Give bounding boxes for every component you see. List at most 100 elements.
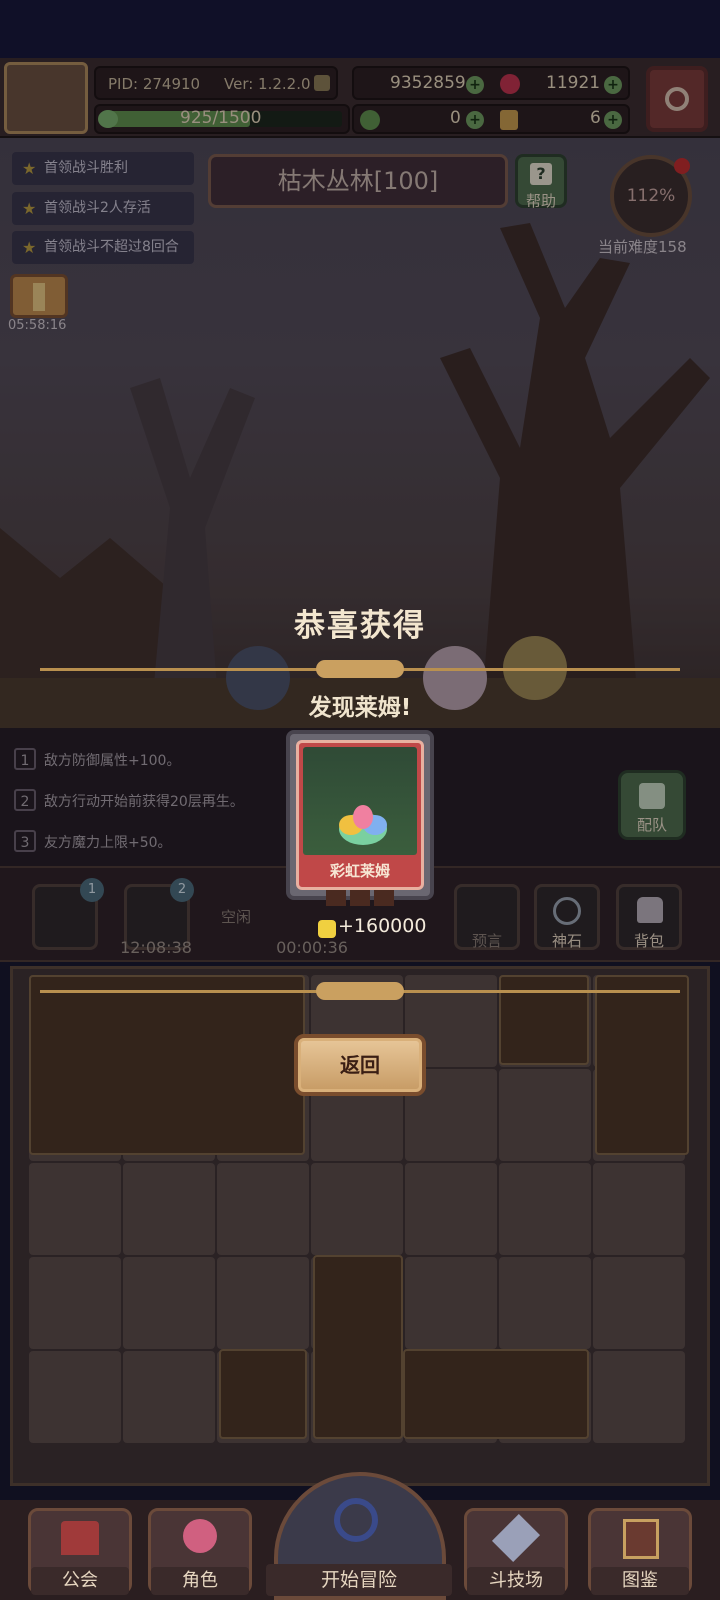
help-button[interactable]: ? 帮助: [515, 154, 567, 210]
stage-title: 枯木丛林[100]: [208, 154, 508, 208]
question-icon: ?: [530, 163, 552, 185]
effect-item-1: 1 敌方防御属性+100。: [14, 748, 180, 770]
board-cell[interactable]: [593, 1351, 685, 1443]
difficulty-percent: 112%: [626, 186, 676, 206]
rank-pip-icon: [374, 890, 394, 906]
currency-bar-2: 0 + 6 +: [352, 104, 630, 134]
shrub-tile: [219, 1349, 307, 1439]
rank-pip-icon: [326, 890, 346, 906]
backpack-icon: [637, 897, 663, 923]
team-button[interactable]: 配队: [618, 770, 686, 840]
quest-item-1: ★ 首领战斗胜利: [12, 152, 194, 185]
mushroom-tile: [403, 1349, 589, 1439]
backpack-button[interactable]: 背包: [616, 884, 682, 950]
add-gold-icon[interactable]: +: [466, 76, 484, 94]
nav-codex-label: 图鉴: [591, 1567, 689, 1595]
gear-icon: [665, 87, 689, 111]
board-cell[interactable]: [29, 1257, 121, 1349]
add-clover-icon[interactable]: +: [466, 111, 484, 129]
card-name: 彩虹莱姆: [329, 862, 390, 880]
key-icon: [500, 110, 518, 130]
currency-bar-1: 9352859 + 11921 +: [352, 66, 630, 100]
star-icon: ★: [22, 238, 37, 257]
board-cell[interactable]: [499, 1257, 591, 1349]
team-label: 配队: [636, 816, 667, 834]
gift-icon: [33, 283, 45, 311]
slot-idle-label: 空闲: [220, 908, 251, 926]
board-cell[interactable]: [29, 1163, 121, 1255]
player-id: PID: 274910: [108, 75, 201, 93]
effect-number: 2: [14, 789, 36, 811]
pid-bar: PID: 274910 Ver: 1.2.2.0: [94, 66, 338, 100]
board-cell[interactable]: [29, 1351, 121, 1443]
badge-icon: [314, 75, 330, 91]
card-art: [303, 747, 417, 855]
card-rank-icons: [322, 888, 400, 908]
help-label: 帮助: [525, 192, 556, 210]
nav-character-label: 角色: [151, 1567, 249, 1595]
team-icon: [639, 783, 665, 809]
add-key-icon[interactable]: +: [604, 111, 622, 129]
prophecy-button[interactable]: 预言: [454, 884, 520, 950]
dead-tree-tile: [595, 975, 689, 1155]
rank-pip-icon: [350, 890, 370, 906]
reward-subtitle: 发现莱姆!: [308, 695, 412, 721]
god-stone-button[interactable]: 神石: [534, 884, 600, 950]
difficulty-label: 当前难度158: [598, 238, 687, 256]
board-cell[interactable]: [405, 1257, 497, 1349]
quest-label: 首领战斗2人存活: [44, 200, 151, 216]
clover-amount: 0: [450, 108, 461, 128]
exp-text: 925/1500: [180, 108, 262, 128]
add-gem-icon[interactable]: +: [604, 76, 622, 94]
god-stone-label: 神石: [551, 932, 582, 950]
effect-item-2: 2 敌方行动开始前获得20层再生。: [14, 789, 244, 811]
board-cell[interactable]: [217, 1163, 309, 1255]
reward-card[interactable]: 彩虹莱姆: [286, 730, 434, 900]
alert-dot-icon: [674, 158, 690, 174]
nav-guild-label: 公会: [31, 1567, 129, 1595]
board-cell[interactable]: [593, 1257, 685, 1349]
gold-amount: 9352859: [390, 73, 466, 93]
gem-amount: 11921: [546, 73, 601, 93]
quest-item-2: ★ 首领战斗2人存活: [12, 192, 194, 225]
book-icon: [623, 1519, 659, 1559]
stump-tile: [499, 975, 589, 1065]
ornament-icon: [316, 660, 404, 678]
slot-timer: 00:00:36: [276, 938, 348, 957]
board-cell[interactable]: [123, 1257, 215, 1349]
slot-timer: 12:08:38: [120, 938, 192, 957]
effect-item-3: 3 友方魔力上限+50。: [14, 830, 172, 852]
board-cell[interactable]: [499, 1069, 591, 1161]
gem-icon: [500, 74, 520, 94]
guild-hall-icon: [61, 1521, 99, 1555]
dead-tree-tile: [313, 1255, 403, 1439]
board-cell[interactable]: [123, 1351, 215, 1443]
nav-arena[interactable]: 斗技场: [464, 1508, 568, 1595]
nav-guild[interactable]: 公会: [28, 1508, 132, 1595]
version-label: Ver: 1.2.2.0: [224, 75, 311, 93]
board-cell[interactable]: [217, 1257, 309, 1349]
board-cell[interactable]: [593, 1163, 685, 1255]
clover-icon: [98, 110, 118, 128]
back-button[interactable]: 返回: [294, 1034, 426, 1096]
effect-text: 敌方防御属性+100。: [44, 753, 181, 769]
board-cell[interactable]: [499, 1163, 591, 1255]
slot-badge: 2: [170, 878, 194, 902]
slot-badge: 1: [80, 878, 104, 902]
board-cell[interactable]: [123, 1163, 215, 1255]
effect-text: 友方魔力上限+50。: [44, 835, 172, 851]
gift-chest-button[interactable]: [10, 274, 68, 318]
nav-character[interactable]: 角色: [148, 1508, 252, 1595]
board-cell[interactable]: [405, 1163, 497, 1255]
settings-button[interactable]: [646, 66, 708, 132]
key-amount: 6: [590, 108, 601, 128]
player-avatar[interactable]: [4, 62, 88, 134]
reward-amount: +160000: [338, 915, 427, 937]
reward-title: 恭喜获得: [294, 608, 426, 644]
dead-tree-tile: [29, 975, 305, 1155]
nav-codex[interactable]: 图鉴: [588, 1508, 692, 1595]
effect-number: 1: [14, 748, 36, 770]
star-icon: ★: [22, 199, 37, 218]
ornament-icon: [316, 982, 404, 1000]
board-cell[interactable]: [311, 1163, 403, 1255]
